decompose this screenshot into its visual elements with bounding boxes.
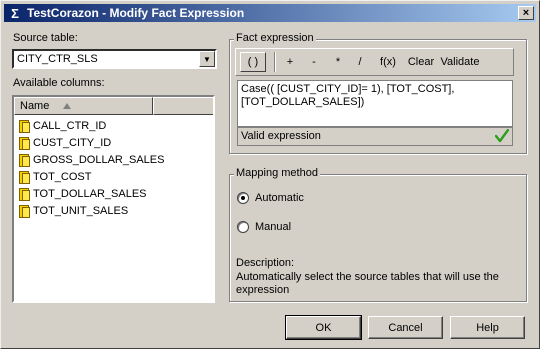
clear-button[interactable]: Clear xyxy=(406,52,436,72)
function-button[interactable]: f(x) xyxy=(374,52,402,72)
column-icon xyxy=(18,187,30,201)
list-item-label: CALL_CTR_ID xyxy=(33,120,107,132)
list-item[interactable]: TOT_COST xyxy=(18,169,91,185)
sigma-icon[interactable]: Σ xyxy=(7,5,23,21)
close-icon: × xyxy=(522,6,530,19)
multiply-button[interactable]: * xyxy=(328,52,348,72)
list-item[interactable]: CUST_CITY_ID xyxy=(18,135,111,151)
chevron-down-icon[interactable]: ▼ xyxy=(199,51,215,67)
list-item-label: TOT_DOLLAR_SALES xyxy=(33,188,147,200)
description-text: Automatically select the source tables t… xyxy=(236,271,499,296)
available-columns-label: Available columns: xyxy=(13,77,105,89)
column-header-blank[interactable] xyxy=(153,97,213,115)
source-table-label: Source table: xyxy=(13,32,78,44)
automatic-radio[interactable] xyxy=(237,192,249,204)
column-header-name[interactable]: Name xyxy=(14,97,153,115)
column-icon xyxy=(18,170,30,184)
source-table-dropdown[interactable]: CITY_CTR_SLS ▼ xyxy=(12,49,217,69)
radio-selected-dot xyxy=(241,196,245,200)
validate-button[interactable]: Validate xyxy=(438,52,482,72)
list-item[interactable]: TOT_UNIT_SALES xyxy=(18,203,128,219)
ok-button[interactable]: OK xyxy=(285,315,362,340)
column-icon xyxy=(18,153,30,167)
list-item-label: GROSS_DOLLAR_SALES xyxy=(33,154,165,166)
list-item-label: CUST_CITY_ID xyxy=(33,137,112,149)
validation-status-text: Valid expression xyxy=(241,130,321,142)
expression-line: Case(( [CUST_CITY_ID]= 1), [TOT_COST], xyxy=(241,83,455,95)
plus-button[interactable]: + xyxy=(280,52,300,72)
column-icon xyxy=(18,204,30,218)
list-item-label: TOT_UNIT_SALES xyxy=(33,205,129,217)
list-item[interactable]: TOT_DOLLAR_SALES xyxy=(18,186,147,202)
minus-button[interactable]: - xyxy=(304,52,324,72)
list-item[interactable]: GROSS_DOLLAR_SALES xyxy=(18,152,164,168)
expression-line: [TOT_DOLLAR_SALES]) xyxy=(241,96,365,108)
column-icon xyxy=(18,119,30,133)
divide-button[interactable]: / xyxy=(350,52,370,72)
column-header-name-label: Name xyxy=(20,100,50,112)
validation-status-bar: Valid expression xyxy=(237,127,513,146)
list-item[interactable]: CALL_CTR_ID xyxy=(18,118,106,134)
help-button[interactable]: Help xyxy=(450,316,525,339)
available-columns-list[interactable]: Name CALL_CTR_ID CUST_CITY_ID GROSS_DOLL… xyxy=(12,95,215,303)
checkmark-icon xyxy=(495,129,509,143)
sort-ascending-icon xyxy=(63,103,71,109)
window-title: TestCorazon - Modify Fact Expression xyxy=(27,6,245,20)
cancel-button[interactable]: Cancel xyxy=(368,316,443,339)
parentheses-button[interactable]: ( ) xyxy=(240,52,266,72)
close-button[interactable]: × xyxy=(518,6,534,20)
column-icon xyxy=(18,136,30,150)
source-table-value: CITY_CTR_SLS xyxy=(17,53,98,65)
list-header: Name xyxy=(14,97,213,115)
manual-radio[interactable] xyxy=(237,221,249,233)
expression-editor[interactable]: Case(( [CUST_CITY_ID]= 1), [TOT_COST], [… xyxy=(237,80,513,127)
mapping-method-group-label: Mapping method xyxy=(234,167,320,179)
automatic-radio-label[interactable]: Automatic xyxy=(255,192,304,204)
fact-expression-group-label: Fact expression xyxy=(234,32,316,44)
description-label: Description: xyxy=(236,257,295,269)
manual-radio-label[interactable]: Manual xyxy=(255,221,291,233)
modify-fact-expression-dialog: Σ TestCorazon - Modify Fact Expression ×… xyxy=(0,0,540,349)
title-bar[interactable]: Σ TestCorazon - Modify Fact Expression × xyxy=(4,4,536,22)
list-item-label: TOT_COST xyxy=(33,171,92,183)
toolbar-separator xyxy=(274,52,276,72)
expression-toolbar: ( ) + - * / f(x) Clear Validate xyxy=(235,48,514,76)
